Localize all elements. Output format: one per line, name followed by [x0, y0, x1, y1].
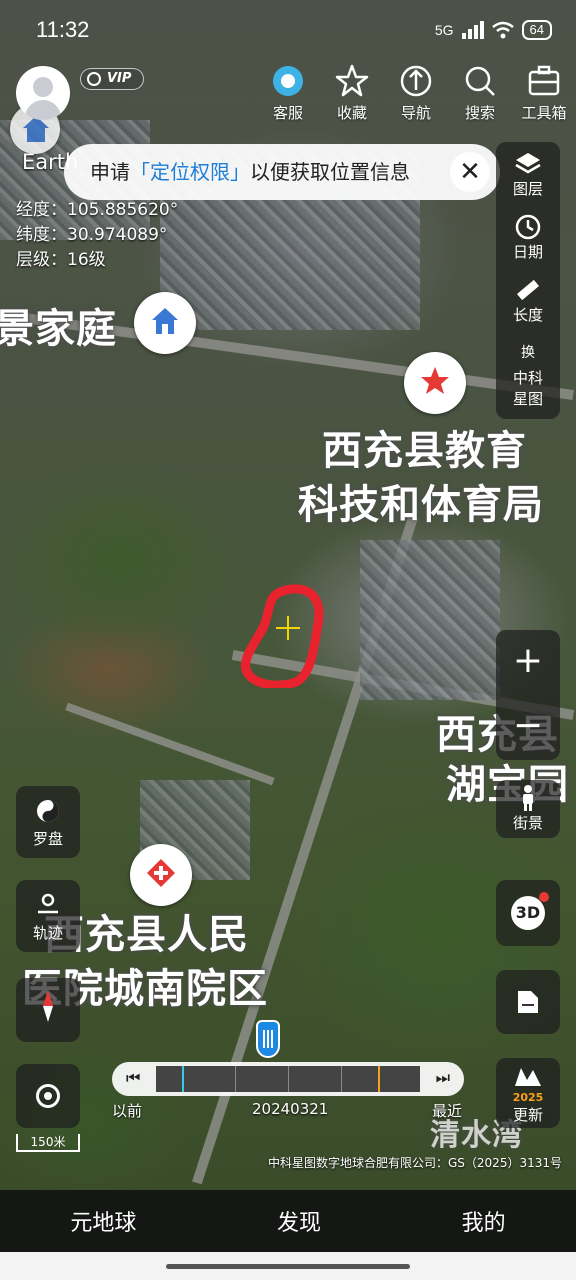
- road: [65, 702, 275, 786]
- zoom-level: 层级：16级: [16, 250, 106, 270]
- place-label[interactable]: 景家庭: [0, 296, 117, 354]
- street-view-icon: [523, 785, 533, 811]
- track-icon: [38, 893, 58, 914]
- residence-marker[interactable]: [134, 292, 196, 354]
- timeline-latest-label[interactable]: 最近: [432, 1100, 462, 1121]
- customer-service-icon: [256, 62, 320, 100]
- hospital-marker[interactable]: [130, 844, 192, 906]
- close-icon[interactable]: ✕: [450, 152, 490, 192]
- home-indicator-bar: [0, 1252, 576, 1280]
- south-arrow-icon: [43, 1006, 53, 1022]
- nav-tab-me[interactable]: 我的: [462, 1205, 506, 1237]
- 3d-toggle-button[interactable]: 3D: [496, 880, 560, 946]
- coordinate-readout: 经度：105.885620° 纬度：30.974089° 层级：16级: [16, 198, 178, 273]
- favorites-button[interactable]: 收藏: [320, 62, 384, 123]
- bottom-navigation: 元地球 发现 我的: [0, 1190, 576, 1252]
- navigation-icon: [400, 65, 432, 97]
- 3d-icon: 3D: [511, 892, 549, 930]
- date-icon: [515, 214, 541, 240]
- star-icon: [335, 64, 369, 97]
- battery-indicator: 64: [521, 20, 552, 40]
- clock: 11:32: [36, 17, 90, 42]
- timeline-track[interactable]: [156, 1066, 420, 1092]
- update-button[interactable]: 2025 更新: [496, 1058, 560, 1128]
- street-view-button[interactable]: 街景: [496, 780, 560, 838]
- zoom-control: + −: [496, 630, 560, 760]
- toolbox-button[interactable]: 工具箱: [512, 62, 576, 123]
- search-button[interactable]: 搜索: [448, 62, 512, 123]
- ruler-icon: [517, 279, 539, 301]
- compass-mode-button[interactable]: 罗盘: [16, 786, 80, 858]
- red-outline-annotation: [241, 584, 324, 688]
- scale-bar: 150米: [16, 1134, 80, 1152]
- wifi-icon: [491, 21, 514, 39]
- locate-button[interactable]: [16, 1064, 80, 1128]
- zoom-in-button[interactable]: +: [496, 630, 560, 695]
- layers-icon: [515, 153, 541, 174]
- place-label[interactable]: 西充县教育: [322, 418, 527, 476]
- nav-tab-meta-earth[interactable]: 元地球: [70, 1205, 136, 1237]
- timeline-date: 20240321: [252, 1100, 329, 1118]
- permission-highlight[interactable]: 「定位权限」: [130, 160, 250, 184]
- search-icon: [465, 66, 495, 96]
- document-icon: [518, 991, 538, 1013]
- place-label[interactable]: 科技和体育局: [298, 472, 544, 530]
- imagery-timeline[interactable]: ⏮ ⏭: [112, 1020, 464, 1096]
- network-indicator: 5G: [434, 22, 454, 38]
- switch-map-icon: 换: [521, 345, 535, 361]
- switch-map-button[interactable]: 换 中科 星图: [496, 331, 560, 419]
- document-button[interactable]: [496, 970, 560, 1034]
- skip-end-icon[interactable]: ⏭: [436, 1068, 450, 1088]
- home-indicator[interactable]: [166, 1264, 410, 1269]
- north-compass[interactable]: [16, 978, 80, 1042]
- customer-service-button[interactable]: 客服: [256, 62, 320, 123]
- crosshair: [287, 616, 289, 640]
- copyright-text: 中科星图数字地球合肥有限公司：GS（2025）3131号: [268, 1156, 562, 1170]
- house-icon: [152, 308, 178, 334]
- longitude: 经度：105.885620°: [16, 200, 179, 220]
- vip-badge[interactable]: VIP: [80, 68, 144, 90]
- taiji-compass-icon: [37, 800, 59, 822]
- star-marker-icon: [421, 367, 449, 394]
- vip-icon: [87, 72, 101, 86]
- latitude: 纬度：30.974089°: [16, 225, 168, 245]
- ruler-button[interactable]: 长度: [496, 268, 560, 331]
- north-arrow-icon: [43, 990, 53, 1006]
- signal-icon: [461, 21, 484, 39]
- navigation-button[interactable]: 导航: [384, 62, 448, 123]
- right-tool-panel: 图层 日期 长度 换 中科 星图: [496, 142, 560, 419]
- status-bar: 11:32 5G 64: [0, 0, 576, 60]
- location-permission-banner[interactable]: 申请「定位权限」以便获取位置信息 ✕: [64, 144, 500, 200]
- date-button[interactable]: 日期: [496, 205, 560, 268]
- skip-start-icon[interactable]: ⏮: [126, 1068, 140, 1088]
- toolbox-icon: [528, 65, 560, 96]
- hospital-icon: [147, 859, 175, 887]
- timeline-handle[interactable]: [256, 1020, 280, 1058]
- nav-tab-discover[interactable]: 发现: [277, 1205, 321, 1237]
- user-avatar[interactable]: [16, 66, 70, 120]
- timeline-earlier-label[interactable]: 以前: [112, 1100, 142, 1121]
- government-marker[interactable]: [404, 352, 466, 414]
- building-block: [360, 540, 500, 700]
- notification-dot: [539, 892, 549, 902]
- track-button[interactable]: 轨迹: [16, 880, 80, 952]
- update-icon: [515, 1068, 541, 1086]
- status-icons: 5G 64: [435, 20, 552, 40]
- zoom-out-button[interactable]: −: [496, 695, 560, 760]
- layers-button[interactable]: 图层: [496, 142, 560, 205]
